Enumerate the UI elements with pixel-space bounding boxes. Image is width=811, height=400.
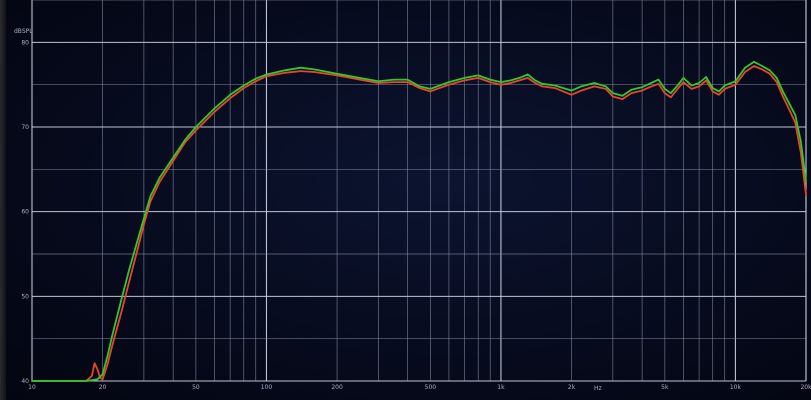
y-axis-label: dBSPL — [14, 28, 33, 35]
y-tick-label: 50 — [21, 293, 29, 300]
series-line-2 — [31, 60, 807, 382]
x-tick-label: 1k — [497, 384, 505, 391]
series-line-1 — [31, 65, 807, 382]
series-group — [31, 60, 807, 382]
x-tick-label: 2k — [568, 384, 576, 391]
x-axis-label: Hz — [594, 385, 602, 392]
chart-grid — [31, 0, 807, 382]
y-tick-label: 70 — [21, 124, 29, 131]
x-tick-label: 10 — [28, 384, 36, 391]
x-axis-ticks: 10 20 50 100 200 500 1k 2k 5k 10k 20k — [28, 384, 811, 391]
x-tick-label: 100 — [261, 384, 273, 391]
y-tick-label: 80 — [21, 39, 29, 46]
y-axis-ticks: 40 50 60 70 80 — [21, 39, 29, 385]
x-tick-label: 50 — [192, 384, 200, 391]
x-tick-label: 10k — [730, 384, 742, 391]
y-tick-label: 60 — [21, 209, 29, 216]
analyzer-screen: 10 20 50 100 200 500 1k 2k 5k 10k 20k 40 50 60 70 80 d… — [0, 0, 811, 400]
x-tick-label: 20k — [800, 384, 811, 391]
x-tick-label: 200 — [331, 384, 343, 391]
x-tick-label: 20 — [99, 384, 107, 391]
screen-bezel — [0, 0, 6, 400]
frequency-response-chart: 10 20 50 100 200 500 1k 2k 5k 10k 20k 40 50 60 70 80 d… — [14, 0, 811, 392]
x-tick-label: 500 — [425, 384, 437, 391]
y-tick-label: 40 — [21, 378, 29, 385]
x-tick-label: 5k — [661, 384, 669, 391]
